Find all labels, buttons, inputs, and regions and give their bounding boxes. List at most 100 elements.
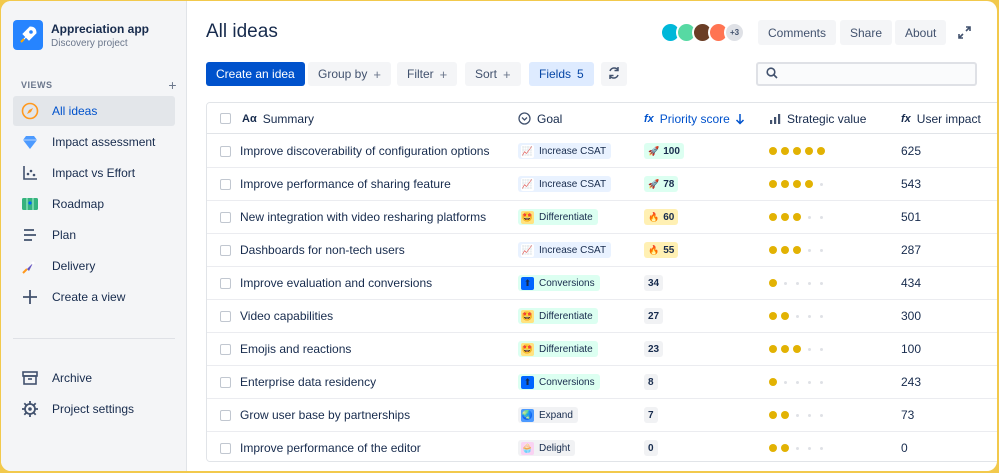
sidebar-item-delivery[interactable]: Delivery <box>13 251 175 281</box>
strategic-value-rating[interactable] <box>769 201 829 233</box>
filter-button[interactable]: Filter + <box>397 62 458 86</box>
checkbox[interactable] <box>220 310 231 322</box>
table-row[interactable]: Enterprise data residency ⬆ Conversions 8 24… <box>207 366 997 399</box>
group-by-button[interactable]: Group by + <box>308 62 391 86</box>
autorefresh-button[interactable] <box>601 62 627 86</box>
idea-summary[interactable]: New integration with video resharing pla… <box>240 201 486 233</box>
select-all-checkbox[interactable] <box>220 103 231 134</box>
row-select[interactable] <box>220 234 231 266</box>
create-idea-button[interactable]: Create an idea <box>206 62 305 86</box>
sidebar-item-project-settings[interactable]: Project settings <box>13 394 175 424</box>
goal-cell[interactable]: 🤩 Differentiate <box>518 333 598 365</box>
collaborator-avatars[interactable]: +3 <box>660 22 745 43</box>
row-select[interactable] <box>220 399 231 431</box>
strategic-value-rating[interactable] <box>769 432 829 461</box>
table-row[interactable]: Video capabilities 🤩 Differentiate 27 300 <box>207 300 997 333</box>
goal-cell[interactable]: ⬆ Conversions <box>518 366 600 398</box>
checkbox[interactable] <box>220 343 231 355</box>
add-view-icon[interactable]: + <box>168 77 177 93</box>
goal-cell[interactable]: 🌏 Expand <box>518 399 578 431</box>
strategic-value-rating[interactable] <box>769 399 829 431</box>
checkbox[interactable] <box>220 244 231 256</box>
row-select[interactable] <box>220 267 231 299</box>
strategic-value-rating[interactable] <box>769 135 829 167</box>
rating-dot-filled <box>817 147 825 155</box>
table-row[interactable]: Dashboards for non-tech users 📈 Increase C… <box>207 234 997 267</box>
rating-dot-filled <box>769 147 777 155</box>
strategic-value-rating[interactable] <box>769 168 829 200</box>
rating-dot-empty <box>796 413 799 417</box>
column-summary[interactable]: Aα Summary <box>242 103 314 134</box>
sidebar-item-impact-assessment[interactable]: Impact assessment <box>13 127 175 157</box>
goal-cell[interactable]: ⬆ Conversions <box>518 267 600 299</box>
goal-cell[interactable]: 🤩 Differentiate <box>518 300 598 332</box>
table-row[interactable]: Improve discoverability of configuration… <box>207 135 997 168</box>
search-field[interactable] <box>756 62 977 86</box>
sort-button[interactable]: Sort + <box>465 62 521 86</box>
strategic-value-rating[interactable] <box>769 267 829 299</box>
share-button[interactable]: Share <box>840 20 893 45</box>
group-by-label: Group by <box>318 67 368 81</box>
column-goal[interactable]: Goal <box>518 103 562 134</box>
sidebar-item-create-view[interactable]: Create a view <box>13 282 175 312</box>
table-row[interactable]: Emojis and reactions 🤩 Differentiate 23 100 <box>207 333 997 366</box>
table-row[interactable]: Improve evaluation and conversions ⬆ Conve… <box>207 267 997 300</box>
column-strategic-value[interactable]: Strategic value <box>769 103 866 134</box>
goal-cell[interactable]: 🧁 Delight <box>518 432 576 461</box>
goal-cell[interactable]: 📈 Increase CSAT <box>518 168 612 200</box>
idea-summary[interactable]: Grow user base by partnerships <box>240 399 410 431</box>
table-row[interactable]: Grow user base by partnerships 🌏 Expand 7 73 <box>207 399 997 432</box>
fullscreen-expand-icon[interactable] <box>957 25 972 43</box>
row-select[interactable] <box>220 333 231 365</box>
idea-summary[interactable]: Improve performance of the editor <box>240 432 421 461</box>
idea-summary[interactable]: Emojis and reactions <box>240 333 351 365</box>
checkbox[interactable] <box>220 113 231 124</box>
goal-cell[interactable]: 🤩 Differentiate <box>518 201 598 233</box>
strategic-value-rating[interactable] <box>769 300 829 332</box>
sidebar-item-roadmap[interactable]: Roadmap <box>13 189 175 219</box>
row-select[interactable] <box>220 432 231 461</box>
idea-summary[interactable]: Improve evaluation and conversions <box>240 267 432 299</box>
column-priority-score[interactable]: fx Priority score <box>644 103 745 134</box>
goal-cell[interactable]: 📈 Increase CSAT <box>518 135 612 167</box>
checkbox[interactable] <box>220 211 231 223</box>
table-row[interactable]: Improve performance of the editor 🧁 Deligh… <box>207 432 997 461</box>
project-subtitle: Discovery project <box>51 37 128 49</box>
idea-summary[interactable]: Dashboards for non-tech users <box>240 234 405 266</box>
sidebar-item-archive[interactable]: Archive <box>13 363 175 393</box>
idea-summary[interactable]: Improve performance of sharing feature <box>240 168 451 200</box>
checkbox[interactable] <box>220 145 231 157</box>
checkbox[interactable] <box>220 178 231 190</box>
rating-dot-filled <box>793 246 801 254</box>
row-select[interactable] <box>220 168 231 200</box>
goal-cell[interactable]: 📈 Increase CSAT <box>518 234 612 266</box>
checkbox[interactable] <box>220 409 231 421</box>
row-select[interactable] <box>220 135 231 167</box>
strategic-value-rating[interactable] <box>769 366 829 398</box>
sidebar-item-all-ideas[interactable]: All ideas <box>13 96 175 126</box>
idea-summary[interactable]: Enterprise data residency <box>240 366 376 398</box>
chart-emoji-icon: 📈 <box>521 144 534 158</box>
checkbox[interactable] <box>220 442 231 454</box>
idea-summary[interactable]: Improve discoverability of configuration… <box>240 135 489 167</box>
row-select[interactable] <box>220 201 231 233</box>
checkbox[interactable] <box>220 376 231 388</box>
table-row[interactable]: Improve performance of sharing feature 📈 I… <box>207 168 997 201</box>
column-user-impact[interactable]: fx User impact <box>901 103 981 134</box>
sidebar-item-impact-vs-effort[interactable]: Impact vs Effort <box>13 158 175 188</box>
sidebar-item-plan[interactable]: Plan <box>13 220 175 250</box>
idea-summary[interactable]: Video capabilities <box>240 300 333 332</box>
row-select[interactable] <box>220 300 231 332</box>
goal-tag: 📈 Increase CSAT <box>518 143 612 159</box>
star-struck-emoji-icon: 🤩 <box>521 210 534 224</box>
row-select[interactable] <box>220 366 231 398</box>
table-row[interactable]: New integration with video resharing pla… <box>207 201 997 234</box>
strategic-value-rating[interactable] <box>769 234 829 266</box>
fields-button[interactable]: Fields 5 <box>529 62 594 86</box>
comments-button[interactable]: Comments <box>758 20 837 45</box>
strategic-value-rating[interactable] <box>769 333 829 365</box>
project-header[interactable]: Appreciation app Discovery project <box>13 20 149 50</box>
checkbox[interactable] <box>220 277 231 289</box>
search-input[interactable] <box>784 67 964 81</box>
about-button[interactable]: About <box>895 20 947 45</box>
